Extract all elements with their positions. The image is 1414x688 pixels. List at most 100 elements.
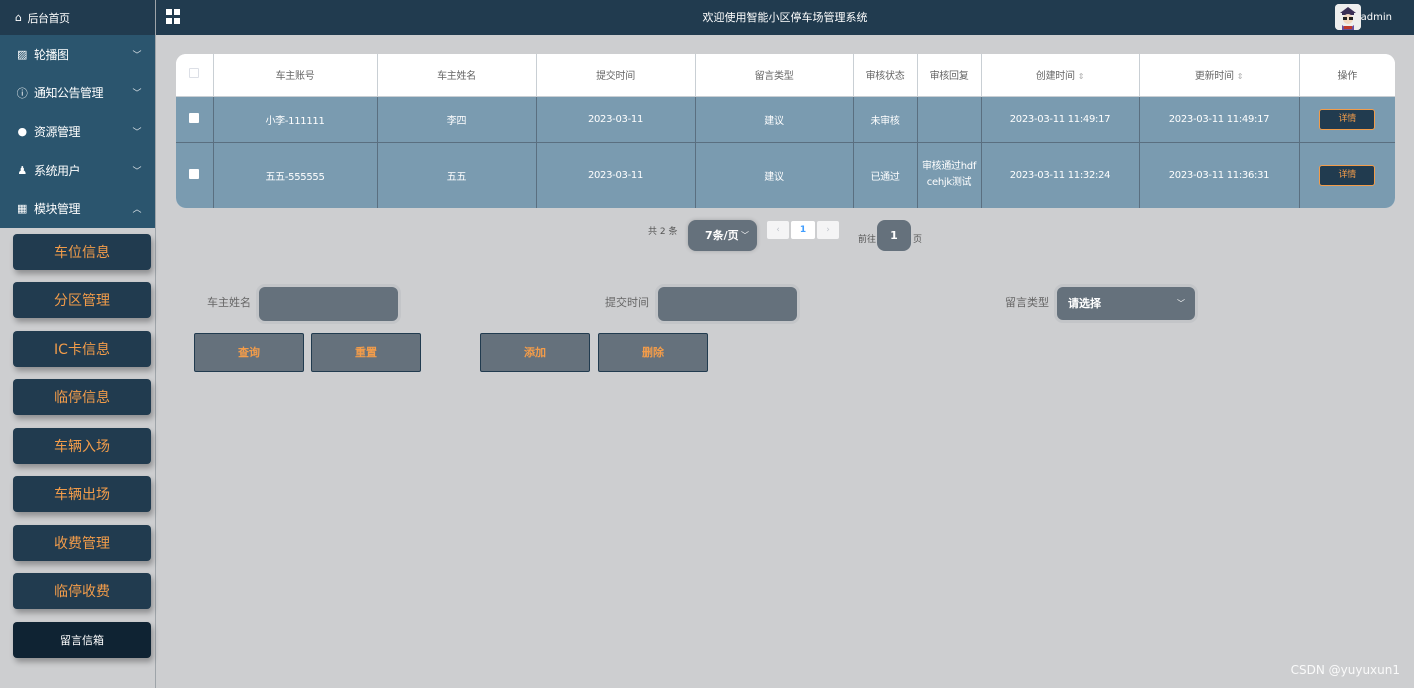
user-name[interactable]: admin — [1361, 0, 1392, 35]
submenu-vehicle-exit[interactable]: 车辆出场 — [13, 476, 151, 513]
chevron-down-icon: ﹀ — [132, 166, 141, 177]
submit-time-input[interactable] — [658, 287, 797, 321]
column-header: 车主姓名 — [377, 54, 537, 97]
sort-icon[interactable]: ⇕ — [1237, 72, 1244, 81]
sidebar-menu: ▨ 轮播图 ﹀ ⓘ 通知公告管理 ﹀ ● 资源管理 ﹀ ♟ 系统用户 ﹀ ▦ 模… — [0, 35, 155, 228]
cell-submit-time: 2023-03-11 — [536, 142, 696, 208]
pin-icon: ● — [17, 124, 27, 138]
submenu-message-box[interactable]: 留言信箱 — [13, 621, 151, 658]
cell-name: 五五 — [377, 142, 537, 208]
goto-page-input[interactable]: 1 — [877, 220, 911, 251]
submenu-ic-card[interactable]: IC卡信息 — [13, 330, 151, 367]
page-unit-label: 页 — [913, 235, 923, 245]
cell-account: 五五-555555 — [213, 142, 378, 208]
cell-action: 详情 — [1299, 142, 1395, 208]
sort-icon[interactable]: ⇕ — [1078, 72, 1085, 81]
submenu-zone[interactable]: 分区管理 — [13, 282, 151, 319]
table-row: 五五-555555 五五 2023-03-11 建议 已通过 审核通过hdfce… — [176, 142, 1395, 208]
watermark: CSDN @yuyuxun1 — [1290, 663, 1400, 677]
chevron-down-icon: ﹀ — [132, 50, 141, 61]
home-icon: ⌂ — [15, 11, 22, 24]
sidebar-item-users[interactable]: ♟ 系统用户 ﹀ — [0, 151, 155, 190]
sidebar-item-label: 模块管理 — [34, 202, 81, 217]
delete-button[interactable]: 删除 — [598, 333, 708, 372]
submit-time-label: 提交时间 — [605, 296, 649, 309]
sidebar-home-link[interactable]: ⌂ 后台首页 — [0, 0, 155, 35]
cell-reply: 审核通过hdfcehjk测试 — [917, 142, 982, 208]
cell-created: 2023-03-11 11:49:17 — [981, 96, 1140, 143]
cell-action: 详情 — [1299, 96, 1395, 143]
reset-button[interactable]: 重置 — [311, 333, 421, 372]
sidebar-item-label: 资源管理 — [34, 124, 81, 139]
submenu-fee[interactable]: 收费管理 — [13, 524, 151, 561]
sidebar-submenu: 车位信息 分区管理 IC卡信息 临停信息 车辆入场 车辆出场 收费管理 临停收费… — [0, 228, 155, 658]
prev-page-button[interactable]: ‹ — [767, 221, 789, 239]
sidebar-item-label: 轮播图 — [34, 47, 69, 62]
select-placeholder: 请选择 — [1068, 297, 1101, 310]
owner-name-input[interactable] — [259, 287, 398, 321]
image-icon: ▨ — [17, 47, 27, 61]
pagination: 共 2 条 7条/页 ﹀ ‹ 1 › 前往 1 页 — [0, 220, 1414, 252]
message-table: 车主账号 车主姓名 提交时间 留言类型 审核状态 审核回复 创建时间 ⇕ 更新时间… — [176, 54, 1395, 208]
page-size-select[interactable]: 7条/页 ﹀ — [688, 220, 757, 251]
detail-button[interactable]: 详情 — [1319, 108, 1376, 130]
page-number-button[interactable]: 1 — [791, 221, 815, 239]
avatar[interactable] — [1335, 4, 1361, 30]
page-size-value: 7条/页 — [705, 229, 739, 242]
cell-status: 未审核 — [853, 96, 918, 143]
cell-name: 李四 — [377, 96, 537, 143]
pagination-total: 共 2 条 — [648, 227, 678, 237]
cell-created: 2023-03-11 11:32:24 — [981, 142, 1140, 208]
sidebar-item-resource[interactable]: ● 资源管理 ﹀ — [0, 112, 155, 151]
sidebar-home-label: 后台首页 — [27, 11, 70, 25]
cell-updated: 2023-03-11 11:36:31 — [1139, 142, 1300, 208]
message-type-label: 留言类型 — [1005, 296, 1049, 309]
cell-type: 建议 — [695, 142, 854, 208]
column-header-sortable[interactable]: 更新时间 ⇕ — [1139, 54, 1300, 97]
chevron-down-icon: ﹀ — [132, 89, 141, 100]
column-header-sortable[interactable]: 创建时间 ⇕ — [981, 54, 1140, 97]
sidebar-item-label: 通知公告管理 — [34, 86, 104, 101]
add-button[interactable]: 添加 — [480, 333, 590, 372]
sidebar-item-notice[interactable]: ⓘ 通知公告管理 ﹀ — [0, 74, 155, 113]
owner-name-label: 车主姓名 — [207, 296, 251, 309]
info-icon: ⓘ — [16, 86, 28, 100]
grid-icon: ▦ — [17, 202, 27, 216]
row-checkbox[interactable] — [176, 142, 214, 208]
goto-label: 前往 — [858, 235, 877, 245]
cell-submit-time: 2023-03-11 — [536, 96, 696, 143]
row-checkbox[interactable] — [176, 96, 214, 143]
column-header-label: 更新时间 — [1194, 71, 1234, 83]
chevron-down-icon: ﹀ — [741, 231, 749, 240]
cell-account: 小李-111111 — [213, 96, 378, 143]
detail-button[interactable]: 详情 — [1319, 164, 1376, 186]
column-header-label: 创建时间 — [1035, 71, 1075, 83]
sidebar: ⌂ 后台首页 ▨ 轮播图 ﹀ ⓘ 通知公告管理 ﹀ ● 资源管理 ﹀ ♟ 系统用… — [0, 0, 156, 688]
sidebar-item-carousel[interactable]: ▨ 轮播图 ﹀ — [0, 35, 155, 74]
submenu-temp-parking[interactable]: 临停信息 — [13, 379, 151, 416]
column-header: 车主账号 — [213, 54, 378, 97]
chevron-down-icon: ﹀ — [132, 127, 141, 138]
cell-type: 建议 — [695, 96, 854, 143]
submenu-vehicle-entry[interactable]: 车辆入场 — [13, 427, 151, 464]
column-header: 操作 — [1299, 54, 1395, 97]
submenu-temp-fee[interactable]: 临停收费 — [13, 573, 151, 610]
query-button[interactable]: 查询 — [194, 333, 304, 372]
message-type-select[interactable]: 请选择 ﹀ — [1057, 287, 1195, 320]
user-icon: ♟ — [17, 163, 27, 177]
cell-reply — [917, 96, 982, 143]
page-title: 欢迎使用智能小区停车场管理系统 — [702, 11, 868, 24]
table-row: 小李-111111 李四 2023-03-11 建议 未审核 2023-03-1… — [176, 96, 1395, 143]
sidebar-item-label: 系统用户 — [34, 163, 81, 178]
column-header: 提交时间 — [536, 54, 696, 97]
column-header: 审核回复 — [917, 54, 982, 97]
next-page-button[interactable]: › — [817, 221, 839, 239]
select-all-checkbox[interactable] — [176, 54, 214, 97]
column-header: 审核状态 — [853, 54, 918, 97]
cell-status: 已通过 — [853, 142, 918, 208]
chevron-up-icon: ︿ — [132, 205, 141, 216]
table-header-row: 车主账号 车主姓名 提交时间 留言类型 审核状态 审核回复 创建时间 ⇕ 更新时间… — [176, 54, 1395, 97]
chevron-down-icon: ﹀ — [1177, 299, 1185, 308]
cell-updated: 2023-03-11 11:49:17 — [1139, 96, 1300, 143]
column-header: 留言类型 — [695, 54, 854, 97]
